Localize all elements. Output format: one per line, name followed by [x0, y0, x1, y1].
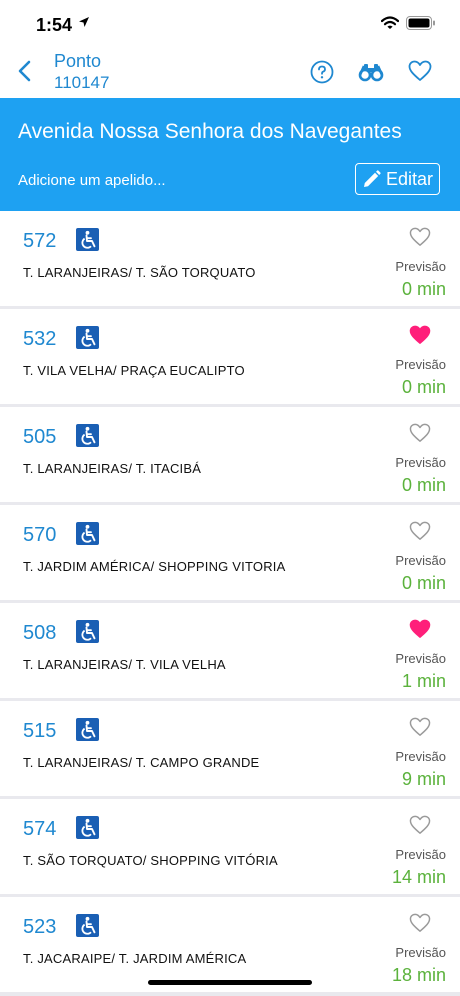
- status-time: 1:54: [36, 15, 73, 35]
- wheelchair-accessible-icon: [76, 424, 99, 447]
- forecast-value: 18 min: [391, 965, 446, 985]
- route-number: 532: [23, 328, 57, 350]
- nav-title: Ponto: [54, 51, 102, 71]
- wheelchair-accessible-icon: [76, 228, 99, 251]
- wifi-icon: [381, 16, 399, 29]
- wheelchair-accessible-icon: [76, 914, 99, 937]
- back-chevron-icon[interactable]: [14, 59, 36, 83]
- forecast-value: 0 min: [401, 279, 446, 299]
- heart-outline-icon[interactable]: [409, 521, 431, 541]
- route-description: T. SÃO TORQUATO/ SHOPPING VITÓRIA: [23, 853, 278, 868]
- forecast-label: Previsão: [395, 455, 446, 470]
- route-number: 523: [23, 916, 57, 938]
- forecast-value: 14 min: [391, 867, 446, 887]
- heart-outline-icon[interactable]: [409, 913, 431, 933]
- route-number: 515: [23, 720, 57, 742]
- edit-label: Editar: [386, 169, 434, 189]
- route-description: T. LARANJEIRAS/ T. CAMPO GRANDE: [23, 755, 260, 770]
- route-row[interactable]: 515 T. LARANJEIRAS/ T. CAMPO GRANDE Previs…: [0, 701, 460, 799]
- route-description: T. JARDIM AMÉRICA/ SHOPPING VITORIA: [23, 559, 286, 574]
- pencil-icon: [364, 170, 381, 187]
- route-number: 572: [23, 230, 57, 252]
- favorite-stop-heart-icon[interactable]: [408, 60, 432, 82]
- forecast-label: Previsão: [395, 749, 446, 764]
- route-description: T. LARANJEIRAS/ T. ITACIBÁ: [23, 461, 202, 476]
- forecast-value: 1 min: [401, 671, 446, 691]
- forecast-label: Previsão: [395, 553, 446, 568]
- route-description: T. JACARAIPE/ T. JARDIM AMÉRICA: [23, 951, 247, 966]
- nickname-field[interactable]: Adicione um apelido...: [18, 172, 166, 189]
- wheelchair-accessible-icon: [76, 326, 99, 349]
- nav-bar: Ponto 110147: [0, 44, 460, 98]
- forecast-label: Previsão: [395, 847, 446, 862]
- wheelchair-accessible-icon: [76, 522, 99, 545]
- binoculars-icon[interactable]: [358, 60, 384, 84]
- battery-icon: [406, 16, 435, 30]
- status-bar: 1:54: [0, 0, 460, 44]
- heart-outline-icon[interactable]: [409, 227, 431, 247]
- wheelchair-accessible-icon: [76, 620, 99, 643]
- forecast-value: 0 min: [401, 475, 446, 495]
- forecast-value: 0 min: [401, 377, 446, 397]
- route-number: 508: [23, 622, 57, 644]
- route-row[interactable]: 508 T. LARANJEIRAS/ T. VILA VELHA Previsão…: [0, 603, 460, 701]
- forecast-label: Previsão: [395, 945, 446, 960]
- stop-banner: Avenida Nossa Senhora dos Navegantes Adi…: [0, 98, 460, 211]
- help-icon[interactable]: [310, 60, 334, 84]
- stop-name: Avenida Nossa Senhora dos Navegantes: [18, 120, 402, 143]
- route-row[interactable]: 574 T. SÃO TORQUATO/ SHOPPING VITÓRIA Prev…: [0, 799, 460, 897]
- heart-filled-icon[interactable]: [409, 619, 431, 639]
- heart-filled-icon[interactable]: [409, 325, 431, 345]
- heart-outline-icon[interactable]: [409, 815, 431, 835]
- route-list: 572 T. LARANJEIRAS/ T. SÃO TORQUATO Previs…: [0, 211, 460, 995]
- forecast-label: Previsão: [395, 357, 446, 372]
- route-row[interactable]: 532 T. VILA VELHA/ PRAÇA EUCALIPTO Previsã…: [0, 309, 460, 407]
- forecast-label: Previsão: [395, 259, 446, 274]
- forecast-label: Previsão: [395, 651, 446, 666]
- wheelchair-accessible-icon: [76, 816, 99, 839]
- wheelchair-accessible-icon: [76, 718, 99, 741]
- route-row[interactable]: 570 T. JARDIM AMÉRICA/ SHOPPING VITORIA Pr…: [0, 505, 460, 603]
- heart-outline-icon[interactable]: [409, 717, 431, 737]
- heart-outline-icon[interactable]: [409, 423, 431, 443]
- forecast-value: 9 min: [401, 769, 446, 789]
- route-description: T. LARANJEIRAS/ T. SÃO TORQUATO: [23, 265, 256, 280]
- route-number: 574: [23, 818, 57, 840]
- route-row[interactable]: 505 T. LARANJEIRAS/ T. ITACIBÁ Previsão 0 m…: [0, 407, 460, 505]
- edit-button[interactable]: Editar: [355, 163, 440, 195]
- route-number: 570: [23, 524, 57, 546]
- location-arrow-icon: [79, 17, 89, 27]
- forecast-value: 0 min: [401, 573, 446, 593]
- route-description: T. VILA VELHA/ PRAÇA EUCALIPTO: [23, 363, 245, 378]
- route-number: 505: [23, 426, 57, 448]
- home-indicator: [148, 980, 312, 985]
- route-row[interactable]: 572 T. LARANJEIRAS/ T. SÃO TORQUATO Previs…: [0, 211, 460, 309]
- stop-code: 110147: [54, 73, 110, 92]
- route-description: T. LARANJEIRAS/ T. VILA VELHA: [23, 657, 226, 672]
